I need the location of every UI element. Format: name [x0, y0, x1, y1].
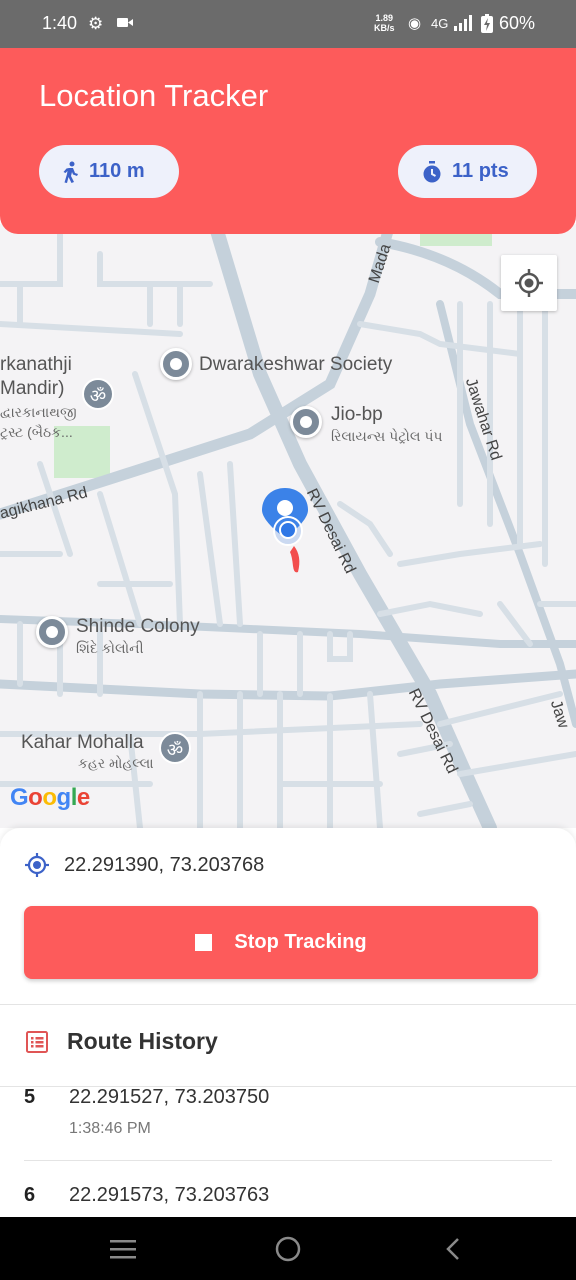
place-pin-icon[interactable] — [160, 348, 192, 380]
current-coordinates: 22.291390, 73.203768 — [24, 852, 264, 878]
history-coordinates: 22.291573, 73.203763 — [69, 1184, 270, 1206]
back-icon[interactable] — [445, 1237, 461, 1261]
place-label-kahar-sub: કહર મોહલ્લા — [78, 755, 154, 771]
recent-apps-icon[interactable] — [110, 1239, 136, 1259]
status-time: 1:40 — [42, 13, 78, 33]
app-header: Location Tracker 110 m 11 pts — [0, 48, 576, 234]
route-history-header: Route History — [25, 1028, 218, 1055]
signal-icon — [454, 15, 472, 31]
place-label-dwarakeshwar: Dwarakeshwar Society — [199, 354, 393, 375]
place-label-shinde-sub: શિંદે કોલોની — [76, 640, 144, 656]
network-type: 4G — [431, 16, 449, 31]
points-chip: 11 pts — [398, 145, 537, 198]
history-row[interactable]: 5 22.291527, 73.203750 1:38:46 PM — [0, 1086, 576, 1160]
current-location-marker[interactable] — [258, 486, 318, 576]
temple-icon[interactable]: ॐ — [82, 378, 114, 410]
fuel-pin-icon[interactable] — [290, 406, 322, 438]
settings-gear-icon: ⚙ — [88, 14, 104, 33]
place-pin-icon[interactable] — [36, 616, 68, 648]
history-coordinates: 22.291527, 73.203750 — [69, 1086, 270, 1108]
history-index: 5 — [24, 1086, 36, 1108]
place-label-temple-sub: દ્વારકાનાથજી — [0, 404, 77, 420]
route-history-title: Route History — [67, 1028, 218, 1054]
map-view[interactable]: RV Desai Rd RV Desai Rd Jawahar Rd agikh… — [0, 224, 576, 828]
battery-charging-icon — [481, 14, 493, 33]
place-label-jio: Jio-bp — [331, 404, 383, 425]
temple-icon[interactable]: ॐ — [159, 732, 191, 764]
place-label-shinde: Shinde Colony — [76, 616, 200, 637]
history-time: 1:38:46 PM — [69, 1120, 151, 1137]
network-speed: 1.89 KB/s — [374, 13, 395, 33]
app-title: Location Tracker — [39, 78, 269, 113]
place-label-kahar: Kahar Mohalla — [21, 732, 144, 753]
place-label-temple: rkanathji — [0, 354, 72, 375]
divider — [0, 1004, 576, 1005]
walking-icon — [63, 161, 78, 183]
divider — [24, 1160, 552, 1161]
stop-icon — [195, 934, 213, 951]
distance-chip: 110 m — [39, 145, 179, 198]
current-coordinates-value: 22.291390, 73.203768 — [64, 853, 265, 876]
history-row[interactable]: 6 22.291573, 73.203763 — [0, 1183, 576, 1217]
home-icon[interactable] — [275, 1236, 301, 1262]
place-label-jio-sub: રિલાયન્સ પેટ્રોલ પંપ — [331, 428, 443, 444]
status-bar: 1:40 ⚙ 1.89 KB/s ◉ 4G 60% — [0, 0, 576, 48]
stop-tracking-button[interactable]: Stop Tracking — [24, 906, 538, 979]
stop-tracking-label: Stop Tracking — [234, 931, 367, 953]
history-index: 6 — [24, 1184, 36, 1206]
video-camera-icon — [117, 18, 133, 27]
crosshair-icon — [515, 269, 543, 297]
place-label-temple: Mandir) — [0, 378, 65, 399]
hotspot-icon: ◉ — [408, 15, 422, 32]
location-target-icon — [25, 853, 49, 877]
list-icon — [26, 1030, 48, 1053]
system-nav-bar — [0, 1217, 576, 1280]
points-value: 11 pts — [452, 160, 509, 182]
google-logo: Google — [10, 784, 90, 811]
battery-percent: 60% — [499, 13, 536, 33]
timer-icon — [423, 160, 441, 182]
tracking-panel: 22.291390, 73.203768 Stop Tracking Route… — [0, 828, 576, 1217]
place-label-temple-sub: ટ્રસ્ટ (બૈઠક... — [0, 424, 73, 440]
distance-value: 110 m — [89, 160, 145, 182]
my-location-button[interactable] — [501, 255, 557, 311]
